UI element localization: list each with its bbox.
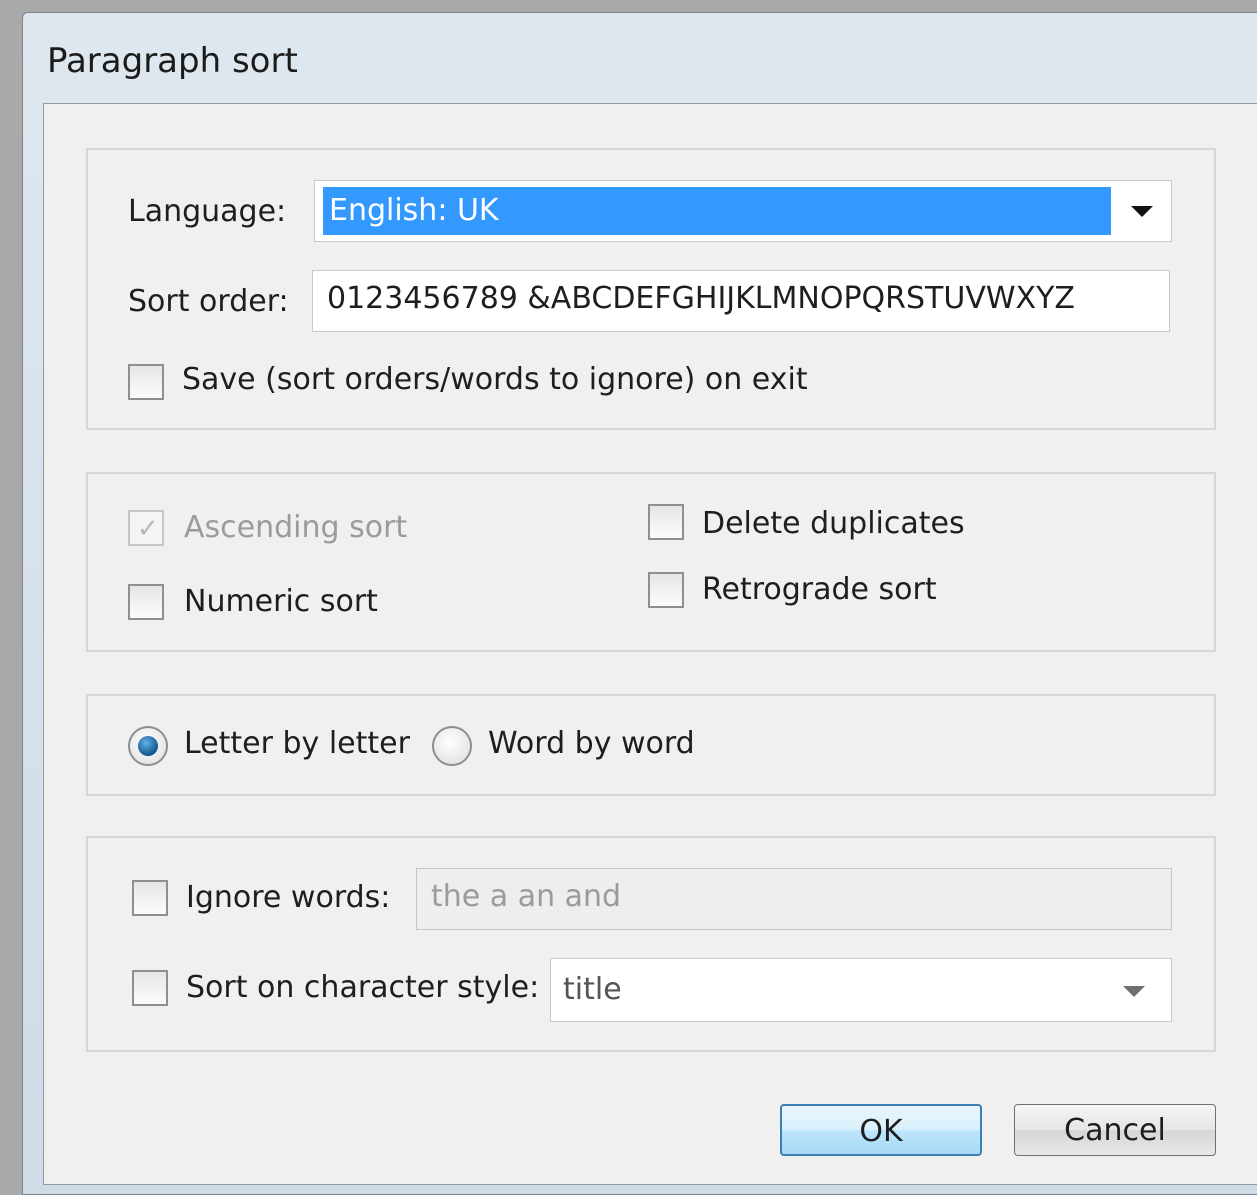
ok-button[interactable]: OK xyxy=(780,1104,982,1156)
dialog-body: Language: English: UK Sort order: 012345… xyxy=(43,103,1257,1185)
language-selected-value: English: UK xyxy=(323,187,1111,235)
numeric-sort-label: Numeric sort xyxy=(184,584,378,619)
chevron-down-icon xyxy=(1131,206,1153,217)
delete-duplicates-checkbox[interactable] xyxy=(648,504,684,540)
sort-options-group: ✓ Ascending sort Numeric sort Delete dup… xyxy=(86,472,1216,652)
language-group: Language: English: UK Sort order: 012345… xyxy=(86,148,1216,430)
word-by-word-label: Word by word xyxy=(488,726,695,761)
cancel-button[interactable]: Cancel xyxy=(1014,1104,1216,1156)
word-by-word-radio[interactable] xyxy=(432,726,472,766)
numeric-sort-checkbox[interactable] xyxy=(128,584,164,620)
sort-order-field[interactable]: 0123456789 &ABCDEFGHIJKLMNOPQRSTUVWXYZ xyxy=(312,270,1170,332)
retrograde-sort-checkbox[interactable] xyxy=(648,572,684,608)
checkmark-icon: ✓ xyxy=(137,514,159,544)
dialog-title: Paragraph sort xyxy=(47,41,298,81)
ignore-words-label: Ignore words: xyxy=(186,880,391,915)
chevron-down-icon xyxy=(1123,986,1145,997)
paragraph-sort-dialog: Paragraph sort Language: English: UK Sor… xyxy=(22,12,1257,1195)
language-dropdown[interactable]: English: UK xyxy=(314,180,1172,242)
sort-mode-group: Letter by letter Word by word xyxy=(86,694,1216,796)
char-style-checkbox[interactable] xyxy=(132,970,168,1006)
sort-order-label: Sort order: xyxy=(128,284,289,319)
save-on-exit-checkbox[interactable] xyxy=(128,364,164,400)
ascending-sort-checkbox[interactable]: ✓ xyxy=(128,510,164,546)
language-label: Language: xyxy=(128,194,287,229)
radio-selected-dot xyxy=(138,736,158,756)
filter-group: Ignore words: the a an and Sort on chara… xyxy=(86,836,1216,1052)
retrograde-sort-label: Retrograde sort xyxy=(702,572,937,607)
ignore-words-checkbox[interactable] xyxy=(132,880,168,916)
ignore-words-field[interactable]: the a an and xyxy=(416,868,1172,930)
char-style-dropdown[interactable]: title xyxy=(550,958,1172,1022)
save-on-exit-label: Save (sort orders/words to ignore) on ex… xyxy=(182,362,808,397)
letter-by-letter-label: Letter by letter xyxy=(184,726,410,761)
char-style-value: title xyxy=(563,972,622,1007)
char-style-label: Sort on character style: xyxy=(186,970,540,1005)
ascending-sort-label: Ascending sort xyxy=(184,510,408,545)
delete-duplicates-label: Delete duplicates xyxy=(702,506,965,541)
letter-by-letter-radio[interactable] xyxy=(128,726,168,766)
